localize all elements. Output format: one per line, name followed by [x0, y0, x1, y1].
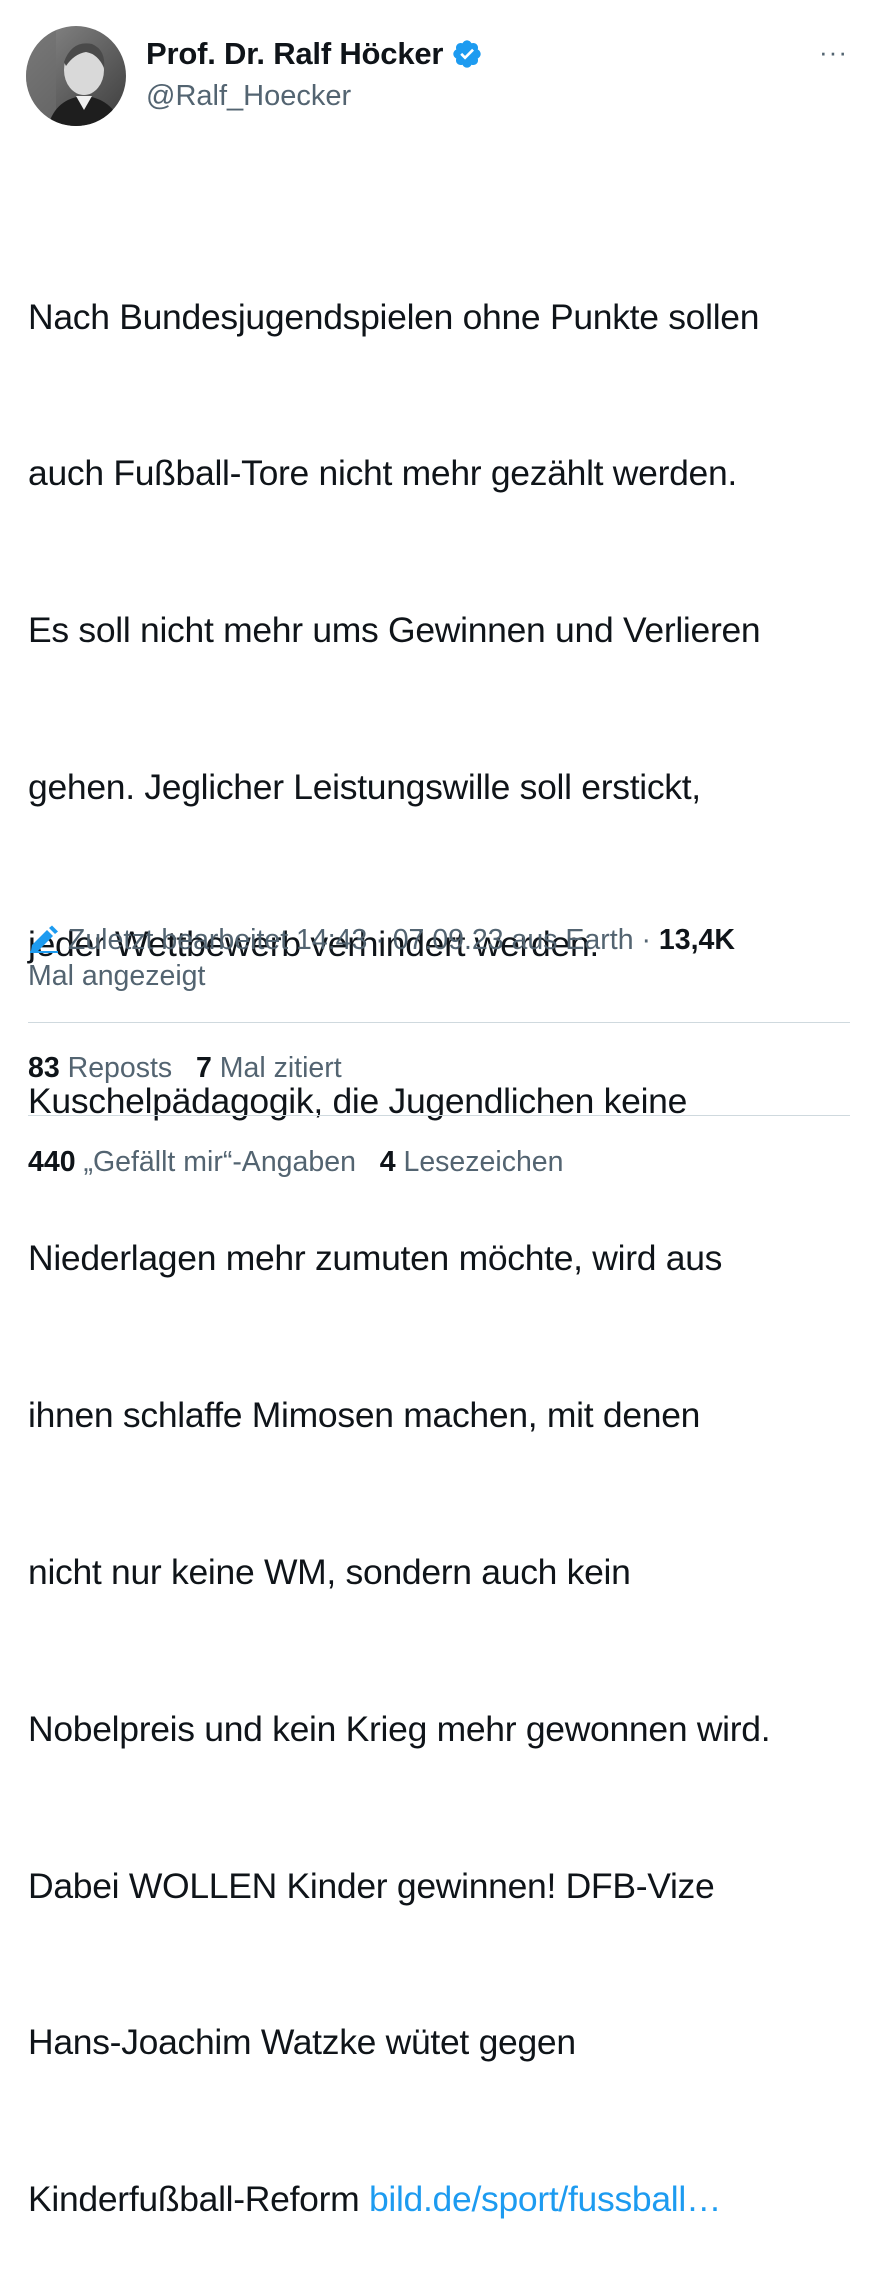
- tweet-line: Es soll nicht mehr ums Gewinnen und Verl…: [28, 610, 761, 651]
- tweet-line: auch Fußball-Tore nicht mehr gezählt wer…: [28, 453, 737, 494]
- tweet-line: gehen. Jeglicher Leistungswille soll ers…: [28, 767, 701, 808]
- likes-count: 440: [28, 1146, 76, 1178]
- article-link[interactable]: bild.de/sport/fussball…: [369, 2179, 722, 2219]
- tweet-meta: Zuletzt bearbeitet 14:43 · 07.09.23 aus …: [28, 922, 848, 994]
- views-count: 13,4K: [658, 924, 735, 956]
- tweet-line: Niederlagen mehr zumuten möchte, wird au…: [28, 1237, 723, 1278]
- edited-timestamp[interactable]: Zuletzt bearbeitet 14:43 · 07.09.23 aus …: [68, 924, 651, 956]
- pencil-icon: [28, 925, 60, 953]
- author-handle[interactable]: @Ralf_Hoecker: [146, 80, 351, 113]
- reposts-stats: 83 Reposts 7 Mal zitiert: [28, 1052, 342, 1085]
- divider: [28, 1022, 850, 1023]
- tweet-line-text: Kinderfußball-Reform: [28, 2179, 369, 2220]
- quotes-link[interactable]: 7 Mal zitiert: [196, 1052, 342, 1084]
- author-name-row: Prof. Dr. Ralf Höcker: [146, 36, 483, 72]
- bookmarks-link[interactable]: 4 Lesezeichen: [380, 1146, 564, 1178]
- tweet-line-last: Kinderfußball-Reform bild.de/sport/fussb…: [28, 2173, 858, 2225]
- more-dots-icon[interactable]: ···: [819, 39, 848, 65]
- tweet-line: ihnen schlaffe Mimosen machen, mit denen: [28, 1394, 701, 1435]
- tweet-line: Nach Bundesjugendspielen ohne Punkte sol…: [28, 296, 760, 337]
- quotes-count: 7: [195, 1052, 212, 1084]
- likes-label: „Gefällt mir“-Angaben: [83, 1146, 356, 1178]
- bookmarks-label: Lesezeichen: [403, 1146, 564, 1178]
- avatar[interactable]: [26, 26, 126, 126]
- tweet-line: Hans-Joachim Watzke wütet gegen: [28, 2022, 576, 2063]
- tweet-line: Dabei WOLLEN Kinder gewinnen! DFB-Vize: [28, 1865, 715, 1906]
- likes-link[interactable]: 440 „Gefällt mir“-Angaben: [28, 1146, 356, 1178]
- verified-badge-icon[interactable]: [451, 38, 483, 70]
- quotes-label: Mal zitiert: [219, 1052, 342, 1084]
- likes-stats: 440 „Gefällt mir“-Angaben 4 Lesezeichen: [28, 1146, 564, 1179]
- tweet-line: Nobelpreis und kein Krieg mehr gewonnen …: [28, 1708, 771, 1749]
- tweet-text: Nach Bundesjugendspielen ohne Punkte sol…: [28, 186, 858, 2278]
- author-display-name[interactable]: Prof. Dr. Ralf Höcker: [146, 36, 443, 72]
- reposts-count: 83: [28, 1052, 60, 1084]
- divider: [28, 1115, 850, 1116]
- views-label: Mal angezeigt: [28, 960, 206, 992]
- avatar-photo: [26, 26, 126, 126]
- reposts-label: Reposts: [67, 1052, 173, 1084]
- bookmarks-count: 4: [379, 1146, 396, 1178]
- reposts-link[interactable]: 83 Reposts: [28, 1052, 172, 1084]
- tweet-line: nicht nur keine WM, sondern auch kein: [28, 1551, 631, 1592]
